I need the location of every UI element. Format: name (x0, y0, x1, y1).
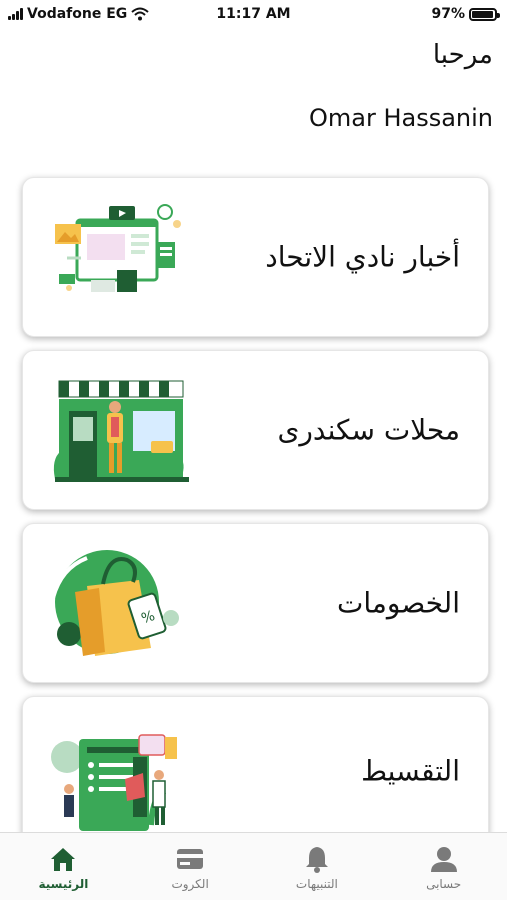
battery-icon (469, 7, 500, 21)
card-club-news[interactable]: أخبار نادي الاتحاد (22, 177, 489, 337)
menu-cards: أخبار نادي الاتحاد محلات سكندرى % الخصوم… (22, 177, 489, 859)
card-title: محلات سكندرى (277, 413, 460, 447)
battery-percent: 97% (431, 6, 465, 22)
card-title: أخبار نادي الاتحاد (265, 240, 460, 274)
tab-account[interactable]: حسابى (380, 833, 507, 900)
user-name: Omar Hassanin (308, 104, 493, 132)
shop-illustration (53, 380, 189, 482)
card-icon (177, 849, 204, 869)
installment-illustration (51, 734, 177, 831)
bottom-tab-bar: الرئيسية الكروت التنبيهات حسابى (0, 832, 507, 900)
status-bar: Vodafone EG 11:17 AM 97% (0, 0, 507, 30)
tab-cards[interactable]: الكروت (127, 833, 254, 900)
card-installments[interactable]: التقسيط (22, 696, 489, 846)
tab-home[interactable]: الرئيسية (0, 833, 127, 900)
tab-label: الكروت (171, 877, 209, 891)
bell-icon (305, 847, 328, 873)
card-title: الخصومات (336, 586, 460, 620)
news-illustration (55, 204, 181, 292)
card-discounts[interactable]: % الخصومات (22, 523, 489, 683)
tab-label: التنبيهات (295, 877, 338, 891)
status-right: 97% (431, 6, 500, 22)
tab-label: الرئيسية (38, 877, 89, 891)
shopping-bag-illustration: % (51, 550, 179, 656)
home-icon (51, 848, 76, 871)
card-title: التقسيط (361, 754, 460, 788)
tab-notifications[interactable]: التنبيهات (254, 833, 381, 900)
person-icon (430, 847, 457, 872)
tab-label: حسابى (426, 877, 462, 891)
card-alex-shops[interactable]: محلات سكندرى (22, 350, 489, 510)
greeting-text: مرحبا (432, 40, 493, 70)
